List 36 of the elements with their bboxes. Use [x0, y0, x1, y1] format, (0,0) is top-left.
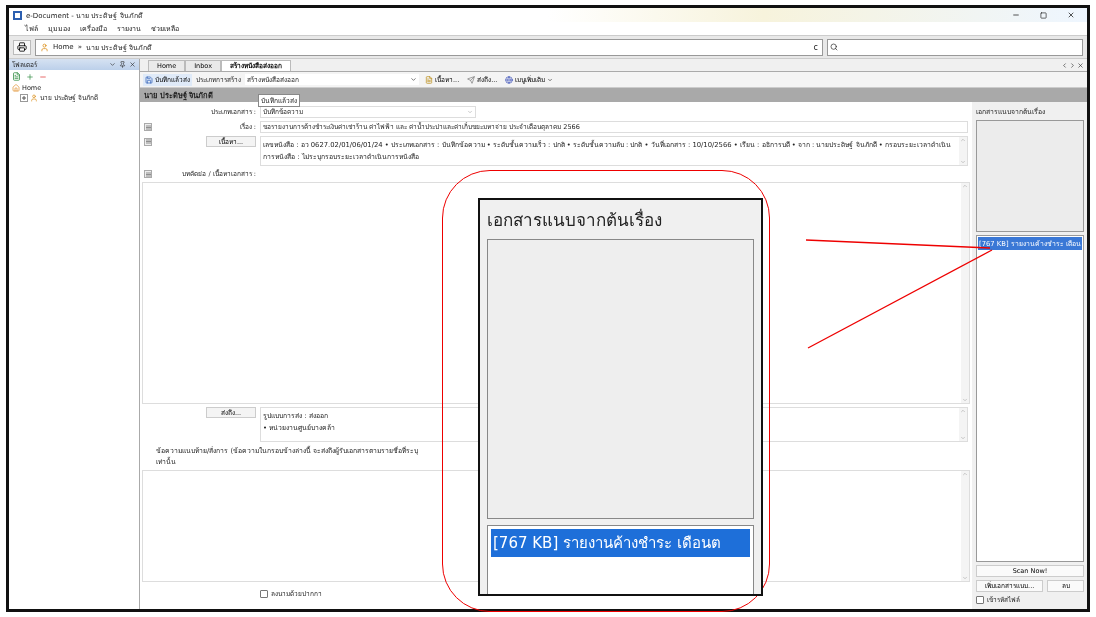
user-icon	[30, 94, 38, 102]
close-icon	[1067, 11, 1075, 19]
lines-icon	[145, 139, 151, 144]
expand-toggle[interactable]	[20, 94, 28, 102]
dropdown-icon[interactable]	[109, 61, 116, 68]
search-field[interactable]	[827, 38, 1083, 56]
toggle-button[interactable]	[144, 123, 152, 131]
caret-icon	[547, 76, 554, 83]
search-icon	[830, 43, 838, 51]
document-icon	[425, 75, 433, 84]
zoom-title: เอกสารแนบจากต้นเรื่อง	[487, 207, 663, 232]
checkbox[interactable]	[976, 596, 984, 604]
toggle-button[interactable]	[144, 137, 152, 146]
scroll-left-icon[interactable]	[1061, 61, 1068, 69]
pin-icon[interactable]	[119, 61, 126, 68]
caret-icon	[467, 109, 473, 115]
home-icon	[12, 84, 20, 92]
add-icon[interactable]	[26, 72, 34, 81]
caret-icon	[410, 76, 417, 83]
lines-icon	[145, 124, 151, 130]
user-icon	[40, 42, 49, 52]
globe-icon	[505, 75, 514, 84]
toggle-button[interactable]	[144, 170, 152, 178]
lines-icon	[145, 171, 151, 177]
close-icon[interactable]	[1077, 61, 1084, 69]
maximize-icon	[1040, 11, 1047, 19]
print-button[interactable]	[13, 39, 31, 55]
scroll-right-icon[interactable]	[1069, 61, 1076, 69]
save-icon	[145, 75, 153, 84]
minimize-icon	[1012, 11, 1020, 19]
close-icon[interactable]	[129, 61, 136, 68]
app-icon	[13, 10, 22, 20]
attachment-item: [767 KB] รายงานค้างชำระ เดือนต	[491, 529, 750, 557]
checkbox[interactable]	[260, 590, 268, 598]
reload-button[interactable]: c	[813, 42, 818, 52]
send-icon	[467, 75, 476, 84]
